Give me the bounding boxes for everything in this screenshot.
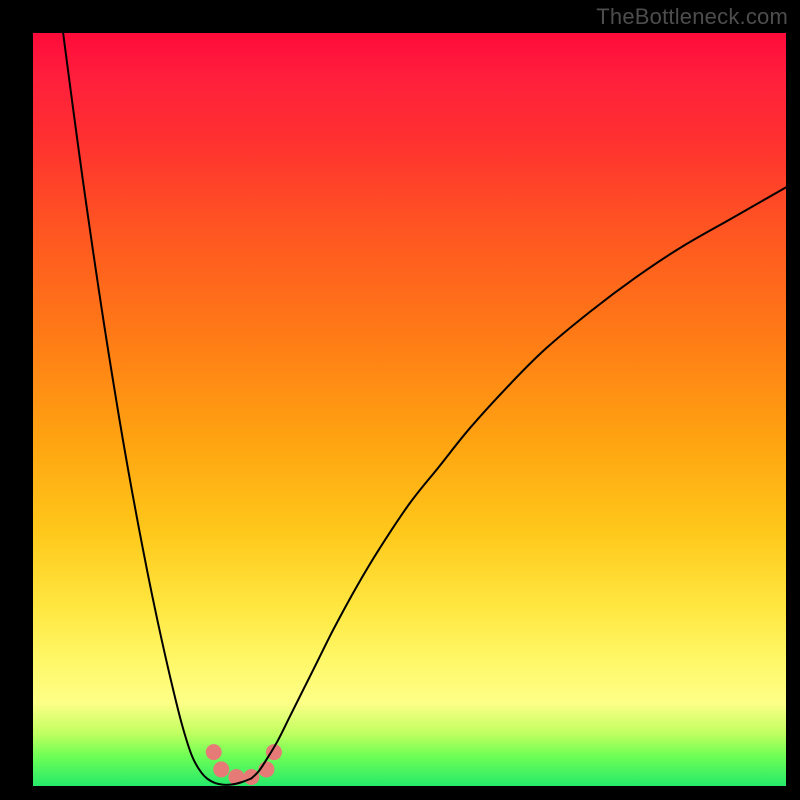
series-right-branch — [251, 187, 786, 778]
chart-frame: TheBottleneck.com — [0, 0, 800, 800]
data-dot — [206, 744, 222, 760]
plot-area — [33, 33, 786, 786]
data-dot — [213, 761, 229, 777]
data-dot — [243, 769, 259, 785]
data-dots-layer — [206, 744, 282, 785]
series-left-branch — [63, 33, 251, 785]
watermark-label: TheBottleneck.com — [596, 4, 788, 30]
curve-lines-layer — [63, 33, 786, 785]
bottleneck-curve — [33, 33, 786, 786]
